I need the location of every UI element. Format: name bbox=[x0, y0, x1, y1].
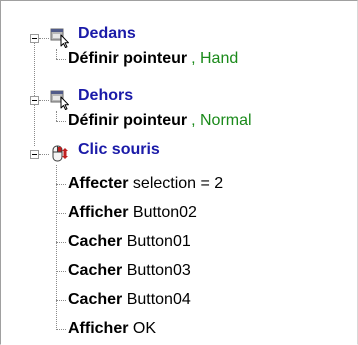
tree-branch-line bbox=[56, 213, 66, 214]
action-name: Afficher bbox=[68, 204, 129, 221]
collapse-toggle-dedans[interactable] bbox=[30, 34, 39, 43]
action-item[interactable]: Afficher OK bbox=[68, 319, 156, 339]
action-param: , Normal bbox=[191, 112, 252, 129]
tree-branch-line bbox=[56, 329, 66, 330]
action-param: Button03 bbox=[122, 262, 191, 279]
action-param: Button01 bbox=[122, 233, 191, 250]
action-item[interactable]: Définir pointeur, Normal bbox=[68, 111, 252, 131]
tree-child-line bbox=[56, 165, 57, 330]
mouse-click-icon bbox=[50, 144, 72, 164]
pointer-window-icon bbox=[50, 28, 72, 48]
tree-branch-line bbox=[56, 271, 66, 272]
action-name: Cacher bbox=[68, 262, 123, 279]
action-item[interactable]: Cacher Button01 bbox=[68, 232, 191, 252]
tree-branch-line bbox=[56, 242, 66, 243]
tree-branch-line bbox=[39, 154, 49, 155]
action-param: Button04 bbox=[122, 291, 191, 308]
tree-branch-line bbox=[39, 100, 49, 101]
action-name: Afficher bbox=[68, 320, 129, 337]
pointer-window-icon bbox=[50, 90, 72, 110]
action-param: , Hand bbox=[191, 50, 239, 67]
tree-branch-line bbox=[56, 184, 66, 185]
action-item[interactable]: Affecter selection = 2 bbox=[68, 174, 223, 194]
tree-branch-line bbox=[39, 38, 49, 39]
action-name: Définir pointeur bbox=[68, 50, 188, 67]
collapse-toggle-dehors[interactable] bbox=[30, 96, 39, 105]
action-item[interactable]: Définir pointeur, Hand bbox=[68, 49, 238, 69]
action-item[interactable]: Cacher Button03 bbox=[68, 261, 191, 281]
tree-child-line bbox=[56, 111, 57, 121]
tree-root-line bbox=[34, 38, 35, 146]
tree-child-line bbox=[56, 49, 57, 59]
event-tree: Dedans Définir pointeur, Hand Dehors Déf… bbox=[1, 1, 357, 344]
action-name: Définir pointeur bbox=[68, 112, 188, 129]
action-name: Affecter bbox=[68, 175, 129, 192]
tree-branch-line bbox=[56, 59, 66, 60]
action-name: Cacher bbox=[68, 233, 123, 250]
tree-branch-line bbox=[56, 121, 66, 122]
collapse-toggle-clic-souris[interactable] bbox=[30, 150, 39, 159]
event-label-dehors[interactable]: Dehors bbox=[78, 86, 133, 106]
tree-branch-line bbox=[56, 300, 66, 301]
action-param: Button02 bbox=[128, 204, 197, 221]
action-item[interactable]: Afficher Button02 bbox=[68, 203, 197, 223]
event-tree-panel: Dedans Définir pointeur, Hand Dehors Déf… bbox=[0, 0, 358, 345]
event-label-dedans[interactable]: Dedans bbox=[78, 24, 136, 44]
action-param: OK bbox=[128, 320, 157, 337]
action-item[interactable]: Cacher Button04 bbox=[68, 290, 191, 310]
action-name: Cacher bbox=[68, 291, 123, 308]
event-label-clic-souris[interactable]: Clic souris bbox=[78, 140, 160, 160]
action-param: selection = 2 bbox=[128, 175, 224, 192]
